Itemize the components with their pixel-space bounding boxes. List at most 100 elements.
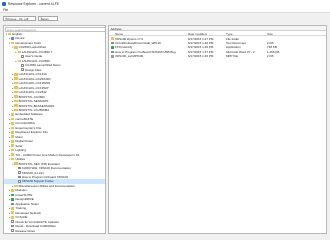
document-icon bbox=[11, 224, 15, 228]
tree-item-label: Release Notes bbox=[15, 228, 36, 233]
address-bar[interactable]: Address bbox=[109, 26, 326, 31]
folder-icon bbox=[14, 162, 18, 165]
folder-icon bbox=[11, 206, 15, 210]
folder-icon bbox=[14, 90, 18, 94]
folder-icon bbox=[11, 126, 15, 130]
region-select[interactable]: Japan ▾ bbox=[38, 15, 58, 21]
tree-item-label: Chinese bbox=[12, 233, 23, 234]
document-icon bbox=[111, 41, 114, 45]
tree-item-label: Utilities bbox=[15, 157, 26, 162]
resource-tree-pane: enter search keyword ▾ English ▸ Device ▾ Dev… bbox=[3, 25, 106, 234]
green-icon bbox=[111, 46, 114, 49]
tree-item-label: powerSUITE bbox=[15, 192, 33, 197]
document-icon bbox=[11, 220, 15, 223]
document-icon bbox=[17, 166, 21, 170]
folder-icon bbox=[17, 59, 21, 63]
document-icon bbox=[20, 68, 24, 72]
tree-item-label: BOOSTXL-SENSORS bbox=[18, 99, 49, 104]
resource-tree: ▾ English ▸ Device ▾ Development Tools ▾ CC2650… bbox=[4, 32, 106, 234]
folder-icon bbox=[14, 86, 18, 89]
folder-icon bbox=[11, 117, 15, 121]
folder-icon bbox=[14, 108, 18, 112]
folder-icon bbox=[11, 157, 15, 161]
folder-icon bbox=[11, 148, 15, 152]
document-icon bbox=[17, 180, 21, 183]
tree-item-label: controlSUITE bbox=[15, 116, 34, 121]
tree-item-label: Design Files bbox=[24, 67, 42, 72]
folder-icon bbox=[11, 153, 15, 156]
folder-icon bbox=[11, 215, 15, 219]
gray-icon bbox=[111, 54, 114, 58]
file-size: 2 KB bbox=[267, 54, 274, 59]
chevron-down-icon: ▾ bbox=[5, 17, 7, 21]
tree-item-label: BOOSTXL-CC2650 bbox=[18, 94, 45, 99]
tree-item-label: Miscellaneous Utilities and Documentatio… bbox=[18, 183, 75, 188]
tree-item-label: XDS100 (J-Link) bbox=[21, 170, 44, 175]
folder-icon bbox=[14, 81, 18, 85]
folder-icon bbox=[11, 122, 15, 125]
column-date-modified[interactable]: Date modified bbox=[188, 32, 207, 36]
tree-item-label: LAUNCHXL-CC2650 bbox=[21, 58, 50, 63]
folder-icon bbox=[11, 189, 15, 192]
tree-item-label: TIC - C2000 Power Line Modem Developer's… bbox=[15, 152, 80, 157]
tree-item-label: XDS100 Support Folder bbox=[21, 179, 54, 184]
folder-icon bbox=[11, 113, 15, 116]
document-icon bbox=[17, 175, 21, 179]
file-name: XDS100_ssl.MPP.dlb bbox=[115, 54, 144, 59]
folder-icon bbox=[14, 72, 18, 76]
toolbar: Chinese - #2 .pdf ▾ Japan ▾ bbox=[0, 13, 330, 23]
file-date-modified: 6/17/2015 1:46 PM bbox=[188, 54, 214, 59]
tree-item-label: BOOSTXL-BASSENSORS bbox=[18, 103, 55, 108]
folder-icon bbox=[17, 50, 21, 54]
column-type[interactable]: Type bbox=[226, 32, 233, 36]
tree-item-label: Modules bbox=[15, 188, 27, 193]
tree-item-label: Registered Explorer Kits bbox=[15, 130, 48, 135]
file-list-header: Name Date modified Type Size bbox=[109, 31, 326, 36]
tree-item-label: User's Guide bbox=[24, 54, 43, 59]
column-name[interactable]: Name bbox=[115, 32, 123, 36]
tree-item[interactable]: ▸Chinese bbox=[4, 233, 106, 234]
document-icon bbox=[17, 171, 21, 174]
tree-item-label: Development Tools bbox=[15, 40, 41, 45]
tree-item-label: Application Notes bbox=[15, 201, 39, 206]
folder-icon bbox=[14, 104, 18, 107]
tree-item-label: LAUNCHXL-CC26X2R1 bbox=[18, 76, 51, 81]
folder-icon bbox=[14, 184, 18, 188]
tree-item-label: Motor bbox=[15, 134, 24, 139]
file-row[interactable]: XDS100_ssl.MPP.dlb 6/17/2015 1:46 PM MPP F… bbox=[109, 54, 326, 59]
status-bar bbox=[0, 236, 330, 240]
tree-item-label: CC2650 LaunchPad Demo bbox=[24, 63, 61, 68]
tree-item-label: English bbox=[12, 32, 23, 36]
title-bar: Resource Explorer - current.XLFE bbox=[0, 0, 330, 7]
tree-item-label: LAUNCHXL-CC2650 ? bbox=[21, 49, 53, 54]
tree-item-label: C2000 Wiki: XDS100 Documentation bbox=[21, 166, 71, 171]
tree-item-label: BOOSTXL-CC2650MA bbox=[18, 107, 50, 112]
document-icon bbox=[111, 50, 114, 54]
folder-icon bbox=[111, 37, 114, 40]
search-input[interactable]: enter search keyword bbox=[4, 26, 105, 32]
language-select[interactable]: Chinese - #2 .pdf ▾ bbox=[3, 15, 36, 21]
folder-icon bbox=[11, 135, 15, 139]
file-type: MPP File bbox=[226, 54, 239, 59]
file-list: XDS100 Drivers v7.0 6/17/2015 1:47 PM File… bbox=[109, 37, 326, 59]
tree-item-label: Training bbox=[15, 206, 27, 211]
document-icon bbox=[11, 202, 15, 206]
folder-icon bbox=[11, 211, 15, 215]
document-icon bbox=[20, 63, 24, 67]
tree-item-label: Solar bbox=[15, 143, 23, 148]
tree-item-label: LAUNCHXL-CC1352R1 bbox=[18, 81, 51, 86]
tree-item-label: Digital Power bbox=[15, 139, 34, 144]
folder-icon bbox=[8, 32, 12, 36]
tree-item-label: How to Program Onboard XDS100 bbox=[21, 175, 68, 179]
document-icon bbox=[11, 229, 15, 232]
tree-item-label: Lighting bbox=[15, 148, 26, 153]
column-size[interactable]: Size bbox=[267, 32, 273, 36]
tree-item-label: Experimenter's Kits bbox=[15, 125, 42, 130]
chevron-down-icon: ▾ bbox=[40, 17, 42, 21]
folder-icon bbox=[14, 46, 18, 49]
tree-item-label: LAUNCHXL-CC1310 bbox=[18, 72, 47, 77]
folder-icon bbox=[11, 41, 15, 45]
folder-icon bbox=[11, 144, 15, 148]
address-label: Address bbox=[110, 26, 122, 31]
folder-icon bbox=[14, 77, 18, 80]
